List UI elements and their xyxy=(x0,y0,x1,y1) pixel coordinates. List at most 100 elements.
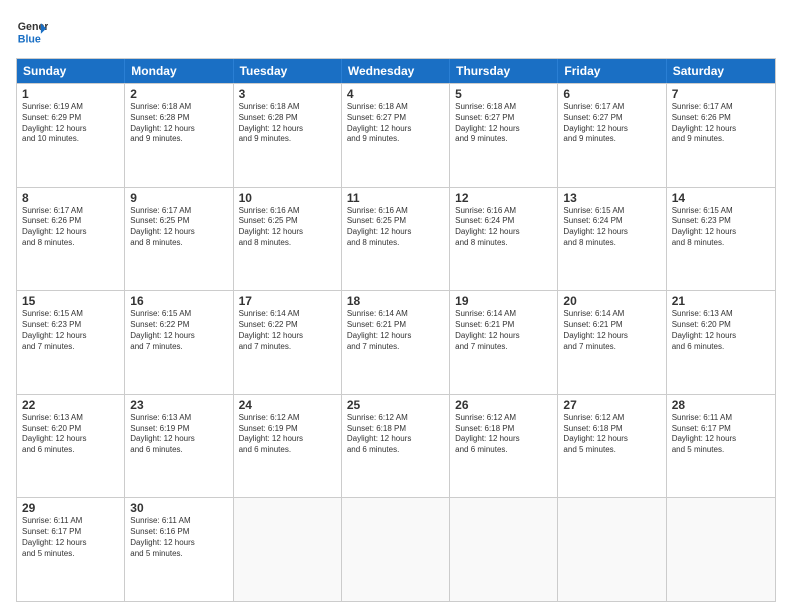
day-info: Sunrise: 6:16 AM Sunset: 6:24 PM Dayligh… xyxy=(455,206,552,249)
header-day: Saturday xyxy=(667,59,775,83)
day-number: 26 xyxy=(455,398,552,412)
day-info: Sunrise: 6:18 AM Sunset: 6:28 PM Dayligh… xyxy=(239,102,336,145)
day-number: 16 xyxy=(130,294,227,308)
day-info: Sunrise: 6:16 AM Sunset: 6:25 PM Dayligh… xyxy=(239,206,336,249)
calendar-cell: 16Sunrise: 6:15 AM Sunset: 6:22 PM Dayli… xyxy=(125,291,233,394)
day-info: Sunrise: 6:17 AM Sunset: 6:26 PM Dayligh… xyxy=(22,206,119,249)
calendar-cell: 1Sunrise: 6:19 AM Sunset: 6:29 PM Daylig… xyxy=(17,84,125,187)
day-info: Sunrise: 6:11 AM Sunset: 6:17 PM Dayligh… xyxy=(22,516,119,559)
calendar-cell: 11Sunrise: 6:16 AM Sunset: 6:25 PM Dayli… xyxy=(342,188,450,291)
calendar-cell: 9Sunrise: 6:17 AM Sunset: 6:25 PM Daylig… xyxy=(125,188,233,291)
calendar-cell: 4Sunrise: 6:18 AM Sunset: 6:27 PM Daylig… xyxy=(342,84,450,187)
day-info: Sunrise: 6:17 AM Sunset: 6:26 PM Dayligh… xyxy=(672,102,770,145)
day-info: Sunrise: 6:14 AM Sunset: 6:22 PM Dayligh… xyxy=(239,309,336,352)
calendar-cell: 8Sunrise: 6:17 AM Sunset: 6:26 PM Daylig… xyxy=(17,188,125,291)
day-number: 25 xyxy=(347,398,444,412)
calendar-row: 15Sunrise: 6:15 AM Sunset: 6:23 PM Dayli… xyxy=(17,290,775,394)
calendar-cell: 23Sunrise: 6:13 AM Sunset: 6:19 PM Dayli… xyxy=(125,395,233,498)
day-number: 19 xyxy=(455,294,552,308)
calendar-header: SundayMondayTuesdayWednesdayThursdayFrid… xyxy=(17,59,775,83)
calendar-cell: 3Sunrise: 6:18 AM Sunset: 6:28 PM Daylig… xyxy=(234,84,342,187)
day-number: 6 xyxy=(563,87,660,101)
day-info: Sunrise: 6:14 AM Sunset: 6:21 PM Dayligh… xyxy=(563,309,660,352)
day-number: 12 xyxy=(455,191,552,205)
day-info: Sunrise: 6:15 AM Sunset: 6:24 PM Dayligh… xyxy=(563,206,660,249)
day-number: 11 xyxy=(347,191,444,205)
day-info: Sunrise: 6:17 AM Sunset: 6:25 PM Dayligh… xyxy=(130,206,227,249)
calendar-cell: 10Sunrise: 6:16 AM Sunset: 6:25 PM Dayli… xyxy=(234,188,342,291)
day-number: 1 xyxy=(22,87,119,101)
day-info: Sunrise: 6:14 AM Sunset: 6:21 PM Dayligh… xyxy=(347,309,444,352)
day-number: 5 xyxy=(455,87,552,101)
calendar-cell xyxy=(342,498,450,601)
header-day: Thursday xyxy=(450,59,558,83)
calendar-row: 8Sunrise: 6:17 AM Sunset: 6:26 PM Daylig… xyxy=(17,187,775,291)
day-number: 7 xyxy=(672,87,770,101)
calendar-row: 1Sunrise: 6:19 AM Sunset: 6:29 PM Daylig… xyxy=(17,83,775,187)
day-number: 17 xyxy=(239,294,336,308)
day-info: Sunrise: 6:13 AM Sunset: 6:19 PM Dayligh… xyxy=(130,413,227,456)
calendar-cell: 25Sunrise: 6:12 AM Sunset: 6:18 PM Dayli… xyxy=(342,395,450,498)
calendar-cell: 15Sunrise: 6:15 AM Sunset: 6:23 PM Dayli… xyxy=(17,291,125,394)
svg-text:Blue: Blue xyxy=(18,34,41,46)
calendar-cell xyxy=(667,498,775,601)
day-info: Sunrise: 6:15 AM Sunset: 6:23 PM Dayligh… xyxy=(672,206,770,249)
calendar: SundayMondayTuesdayWednesdayThursdayFrid… xyxy=(16,58,776,602)
header: General Blue xyxy=(16,16,776,48)
day-info: Sunrise: 6:12 AM Sunset: 6:18 PM Dayligh… xyxy=(347,413,444,456)
calendar-body: 1Sunrise: 6:19 AM Sunset: 6:29 PM Daylig… xyxy=(17,83,775,601)
day-number: 24 xyxy=(239,398,336,412)
day-number: 30 xyxy=(130,501,227,515)
day-number: 8 xyxy=(22,191,119,205)
day-number: 2 xyxy=(130,87,227,101)
logo-icon: General Blue xyxy=(16,16,48,48)
day-info: Sunrise: 6:18 AM Sunset: 6:28 PM Dayligh… xyxy=(130,102,227,145)
calendar-cell: 5Sunrise: 6:18 AM Sunset: 6:27 PM Daylig… xyxy=(450,84,558,187)
calendar-cell: 28Sunrise: 6:11 AM Sunset: 6:17 PM Dayli… xyxy=(667,395,775,498)
day-number: 14 xyxy=(672,191,770,205)
day-number: 15 xyxy=(22,294,119,308)
calendar-cell: 22Sunrise: 6:13 AM Sunset: 6:20 PM Dayli… xyxy=(17,395,125,498)
day-number: 23 xyxy=(130,398,227,412)
day-number: 20 xyxy=(563,294,660,308)
calendar-cell: 18Sunrise: 6:14 AM Sunset: 6:21 PM Dayli… xyxy=(342,291,450,394)
calendar-cell: 30Sunrise: 6:11 AM Sunset: 6:16 PM Dayli… xyxy=(125,498,233,601)
calendar-cell: 21Sunrise: 6:13 AM Sunset: 6:20 PM Dayli… xyxy=(667,291,775,394)
day-info: Sunrise: 6:19 AM Sunset: 6:29 PM Dayligh… xyxy=(22,102,119,145)
day-info: Sunrise: 6:18 AM Sunset: 6:27 PM Dayligh… xyxy=(455,102,552,145)
calendar-cell: 6Sunrise: 6:17 AM Sunset: 6:27 PM Daylig… xyxy=(558,84,666,187)
calendar-cell xyxy=(450,498,558,601)
calendar-cell: 26Sunrise: 6:12 AM Sunset: 6:18 PM Dayli… xyxy=(450,395,558,498)
day-number: 28 xyxy=(672,398,770,412)
calendar-row: 29Sunrise: 6:11 AM Sunset: 6:17 PM Dayli… xyxy=(17,497,775,601)
header-day: Wednesday xyxy=(342,59,450,83)
calendar-cell: 17Sunrise: 6:14 AM Sunset: 6:22 PM Dayli… xyxy=(234,291,342,394)
day-info: Sunrise: 6:12 AM Sunset: 6:18 PM Dayligh… xyxy=(455,413,552,456)
day-info: Sunrise: 6:12 AM Sunset: 6:19 PM Dayligh… xyxy=(239,413,336,456)
day-info: Sunrise: 6:11 AM Sunset: 6:16 PM Dayligh… xyxy=(130,516,227,559)
day-number: 3 xyxy=(239,87,336,101)
day-info: Sunrise: 6:16 AM Sunset: 6:25 PM Dayligh… xyxy=(347,206,444,249)
calendar-cell: 24Sunrise: 6:12 AM Sunset: 6:19 PM Dayli… xyxy=(234,395,342,498)
header-day: Monday xyxy=(125,59,233,83)
calendar-cell: 19Sunrise: 6:14 AM Sunset: 6:21 PM Dayli… xyxy=(450,291,558,394)
calendar-cell: 29Sunrise: 6:11 AM Sunset: 6:17 PM Dayli… xyxy=(17,498,125,601)
calendar-cell: 14Sunrise: 6:15 AM Sunset: 6:23 PM Dayli… xyxy=(667,188,775,291)
day-info: Sunrise: 6:13 AM Sunset: 6:20 PM Dayligh… xyxy=(672,309,770,352)
header-day: Tuesday xyxy=(234,59,342,83)
day-number: 21 xyxy=(672,294,770,308)
day-info: Sunrise: 6:18 AM Sunset: 6:27 PM Dayligh… xyxy=(347,102,444,145)
day-number: 10 xyxy=(239,191,336,205)
day-number: 18 xyxy=(347,294,444,308)
day-info: Sunrise: 6:13 AM Sunset: 6:20 PM Dayligh… xyxy=(22,413,119,456)
day-info: Sunrise: 6:11 AM Sunset: 6:17 PM Dayligh… xyxy=(672,413,770,456)
calendar-cell: 7Sunrise: 6:17 AM Sunset: 6:26 PM Daylig… xyxy=(667,84,775,187)
day-info: Sunrise: 6:15 AM Sunset: 6:22 PM Dayligh… xyxy=(130,309,227,352)
calendar-cell: 20Sunrise: 6:14 AM Sunset: 6:21 PM Dayli… xyxy=(558,291,666,394)
calendar-cell: 12Sunrise: 6:16 AM Sunset: 6:24 PM Dayli… xyxy=(450,188,558,291)
calendar-cell: 27Sunrise: 6:12 AM Sunset: 6:18 PM Dayli… xyxy=(558,395,666,498)
day-number: 13 xyxy=(563,191,660,205)
day-info: Sunrise: 6:15 AM Sunset: 6:23 PM Dayligh… xyxy=(22,309,119,352)
day-number: 29 xyxy=(22,501,119,515)
day-number: 9 xyxy=(130,191,227,205)
